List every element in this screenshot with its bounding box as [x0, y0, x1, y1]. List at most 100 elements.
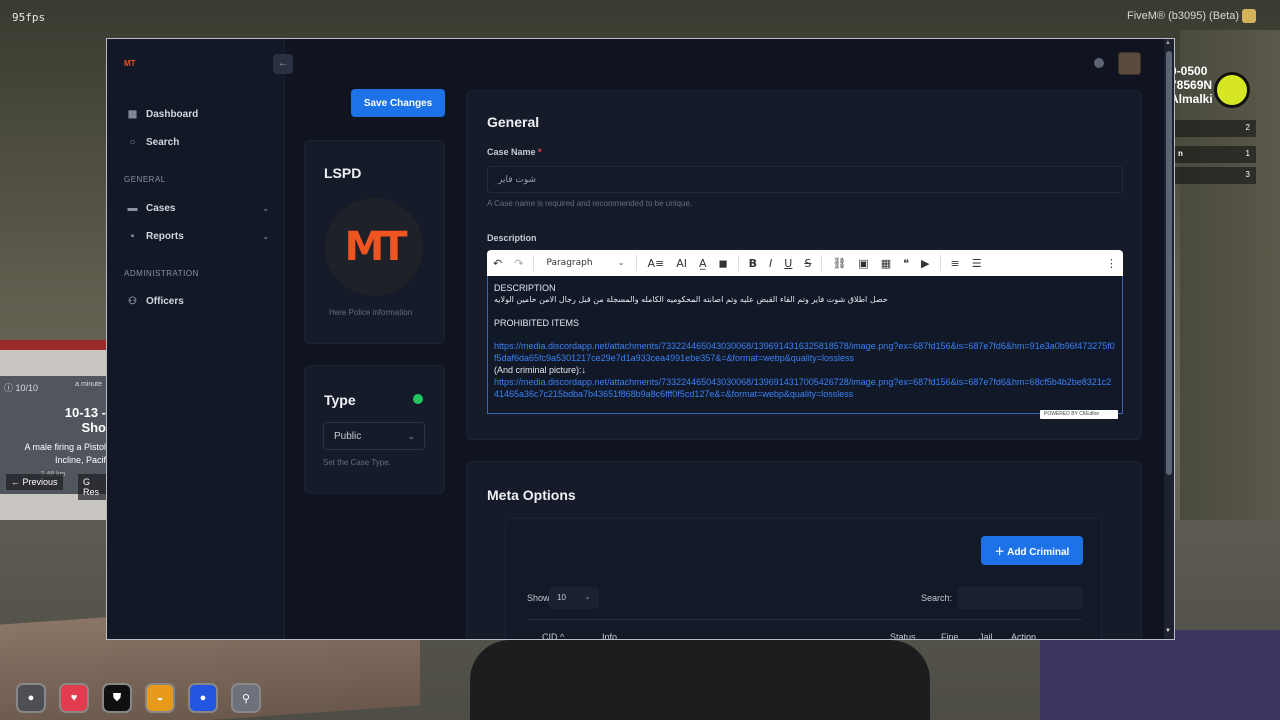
blockquote-icon[interactable]: ❝	[897, 257, 915, 270]
type-card: Type Public ⌄ Set the Case Type.	[304, 365, 445, 494]
status-hud: ● ♥ ⛊ ◒ ● ⚲	[16, 683, 261, 713]
column-header-info[interactable]: Info	[602, 632, 617, 639]
image-icon[interactable]: ▣	[852, 257, 874, 270]
table-search-input[interactable]	[958, 587, 1083, 609]
sidebar-item-label: Search	[146, 137, 180, 148]
search-label: Search:	[921, 593, 953, 603]
bold-icon[interactable]: B	[743, 257, 763, 270]
notification-respond-button[interactable]: G Res	[78, 474, 106, 500]
column-header-status[interactable]: Status	[890, 632, 916, 639]
font-family-icon[interactable]: AI	[670, 257, 693, 270]
chevron-down-icon: ⌄	[407, 431, 415, 441]
font-size-icon[interactable]: A≡	[641, 257, 670, 270]
redo-icon[interactable]: ↷	[508, 257, 529, 270]
hud-row-value: 1	[1245, 149, 1250, 158]
sidebar-item-officers[interactable]: ⚇ Officers	[127, 296, 269, 307]
notification-line: Incline, Pacif	[54, 455, 106, 465]
editor-toolbar: ↶ ↷ Paragraph ⌄ A≡ AI A̲ ◼ B I U S ⛓ ▣ ▦ …	[487, 250, 1123, 276]
more-options-icon[interactable]: ⋮	[1100, 257, 1123, 270]
undo-icon[interactable]: ↶	[487, 257, 508, 270]
voice-icon: ●	[16, 683, 46, 713]
notification-previous-button[interactable]: ← Previous	[6, 474, 63, 490]
case-type-hint: Set the Case Type.	[323, 458, 391, 467]
highlight-icon[interactable]: ◼	[713, 257, 734, 270]
hunger-icon: ◒	[145, 683, 175, 713]
strikethrough-icon[interactable]: S	[798, 257, 817, 270]
scrollbar-thumb[interactable]	[1166, 51, 1172, 475]
align-icon[interactable]: ≡	[945, 257, 966, 270]
app-logo[interactable]: MT	[124, 59, 136, 68]
add-criminal-label: Add Criminal	[1007, 547, 1070, 558]
grid-icon: ▦	[127, 109, 138, 120]
list-icon[interactable]: ☰	[966, 257, 988, 270]
notification-header: ⓘ 10/10 a minute	[0, 376, 106, 399]
attachment-link[interactable]: https://media.discordapp.net/attachments…	[494, 340, 1116, 364]
table-icon[interactable]: ▦	[875, 257, 897, 270]
toolbar-separator	[737, 255, 739, 271]
armor-icon: ⛊	[102, 683, 132, 713]
type-title: Type	[324, 392, 356, 408]
scroll-up-arrow[interactable]: ▲	[1165, 40, 1171, 46]
hud-row-value: 3	[1245, 170, 1250, 179]
sidebar-item-search[interactable]: ○ Search	[127, 137, 269, 148]
description-editor[interactable]: DESCRIPTION حصل اطلاق شوت فاير وتم القاء…	[487, 276, 1123, 414]
background-person	[470, 640, 930, 720]
mdt-window: MT ▦ Dashboard ○ Search GENERAL ▬ Cases …	[106, 38, 1175, 640]
sidebar-item-reports[interactable]: ▪ Reports ⌄	[127, 231, 269, 242]
notification-title: 10-13 - Sho	[64, 405, 106, 435]
add-criminal-button[interactable]: ＋ Add Criminal	[981, 536, 1083, 565]
ckeditor-badge[interactable]: POWERED BY CKEditor	[1040, 410, 1118, 419]
media-icon[interactable]: ▶	[915, 257, 935, 270]
status-indicator	[413, 394, 423, 404]
case-type-value: Public	[334, 431, 362, 442]
previous-key: ←	[11, 477, 20, 487]
scroll-down-arrow[interactable]: ▼	[1165, 628, 1171, 634]
underline-icon[interactable]: U	[778, 257, 798, 270]
sidebar-item-label: Officers	[146, 296, 184, 307]
chevron-down-icon: ⌄	[584, 592, 591, 601]
link-icon[interactable]: ⛓	[826, 257, 852, 270]
hud-row: n1	[1172, 146, 1256, 163]
paragraph-select[interactable]: Paragraph ⌄	[538, 258, 632, 268]
sidebar-item-dashboard[interactable]: ▦ Dashboard	[127, 109, 269, 120]
toolbar-separator	[636, 255, 638, 271]
column-header-fine[interactable]: Fine	[941, 632, 959, 639]
sidebar-section-administration: ADMINISTRATION	[124, 269, 199, 278]
column-header-label: CID	[542, 632, 558, 640]
toolbar-separator	[939, 255, 941, 271]
sidebar-item-cases[interactable]: ▬ Cases ⌄	[127, 203, 270, 214]
font-color-icon[interactable]: A̲	[693, 257, 713, 270]
sidebar-item-label: Cases	[146, 203, 176, 214]
dispatch-notification: ⓘ 10/10 a minute 10-13 - Sho A male firi…	[0, 376, 106, 500]
chevron-down-icon: ⌄	[262, 232, 269, 241]
hud-row: 3	[1172, 167, 1256, 184]
editor-paragraph: حصل اطلاق شوت فاير وتم القاء القبض عليه …	[494, 295, 888, 304]
editor-paragraph: (And criminal picture):↓	[494, 365, 587, 375]
folder-icon: ▬	[127, 203, 138, 214]
fivem-label: FiveM® (b3095) (Beta)	[1127, 9, 1256, 23]
sidebar: MT ▦ Dashboard ○ Search GENERAL ▬ Cases …	[107, 39, 285, 639]
page-size-select[interactable]: 10 ⌄	[549, 587, 599, 609]
criminals-table-header: CID ^ Info Status Fine Jail Action	[527, 619, 1082, 640]
fivem-text: FiveM® (b3095) (Beta)	[1126, 9, 1239, 22]
show-label: Show	[527, 593, 550, 603]
report-icon: ▪	[130, 231, 135, 242]
attachment-link[interactable]: https://media.discordapp.net/attachments…	[494, 376, 1116, 400]
search-icon: ○	[129, 137, 136, 148]
column-header-jail[interactable]: Jail	[979, 632, 993, 639]
case-name-input[interactable]: شوت فاير	[487, 166, 1123, 193]
case-name-label: Case Name *	[487, 147, 542, 157]
column-header-action[interactable]: Action	[1011, 632, 1036, 639]
info-icon: ⓘ	[4, 383, 14, 393]
department-logo: MT	[325, 198, 423, 296]
thirst-icon: ●	[188, 683, 218, 713]
column-header-cid[interactable]: CID ^	[542, 632, 564, 640]
notification-time: a minute	[75, 381, 102, 388]
case-type-select[interactable]: Public ⌄	[323, 422, 425, 450]
department-caption: Here Police information	[329, 308, 413, 317]
save-changes-button[interactable]: Save Changes	[351, 89, 445, 117]
italic-icon[interactable]: I	[763, 257, 778, 270]
notification-line: A male firing a Pistol	[24, 442, 106, 452]
plus-icon: ＋	[994, 547, 1005, 558]
hud-logo-icon	[1214, 72, 1250, 108]
